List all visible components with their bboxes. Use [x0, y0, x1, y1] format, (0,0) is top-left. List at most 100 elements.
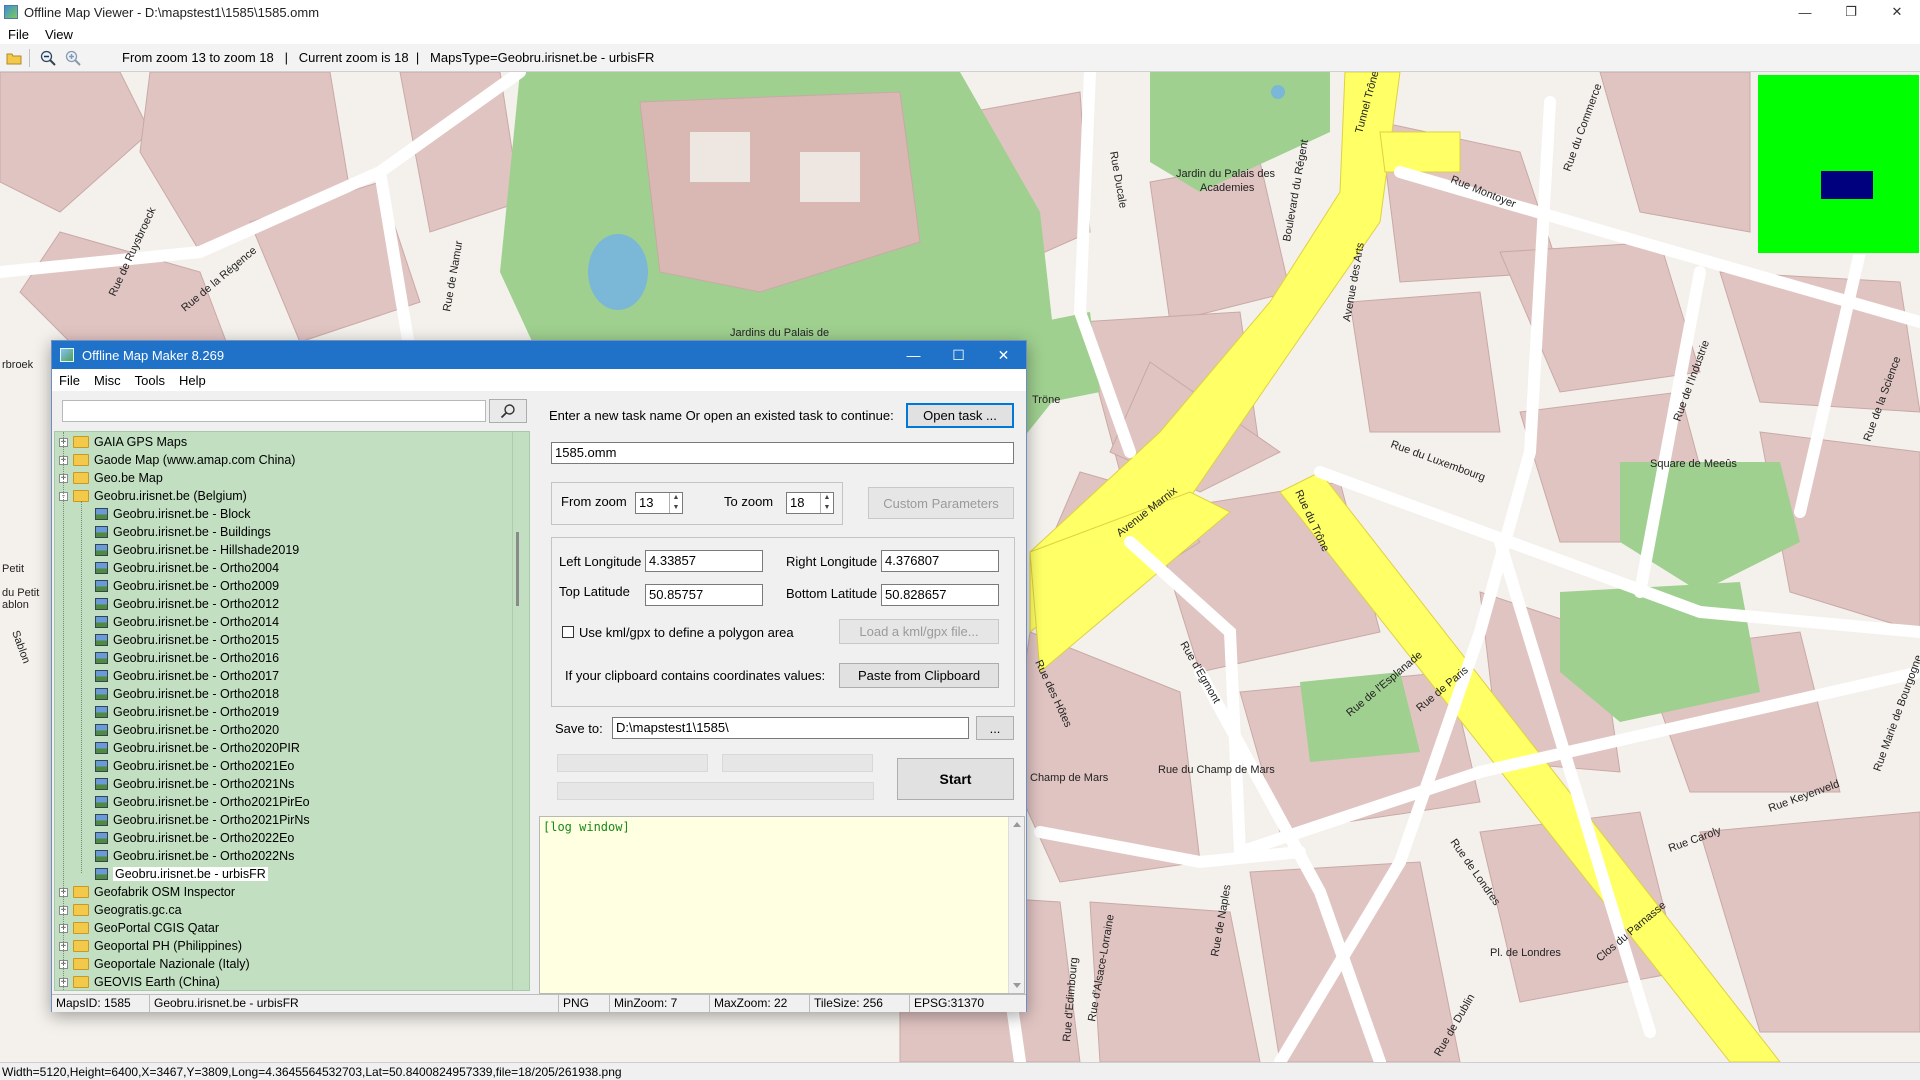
tree-folder-item[interactable]: + Geogratis.gc.ca: [59, 901, 182, 919]
tree-map-item[interactable]: Geobru.irisnet.be - Ortho2018: [95, 685, 279, 703]
tree-map-item[interactable]: Geobru.irisnet.be - Ortho2004: [95, 559, 279, 577]
progress-bar-1: [557, 754, 708, 772]
menu-file[interactable]: File: [0, 27, 37, 42]
tree-item-label: Geobru.irisnet.be - Ortho2021Ns: [113, 777, 295, 791]
paste-from-clipboard-button[interactable]: Paste from Clipboard: [839, 663, 999, 688]
from-zoom-stepper[interactable]: 13 ▲ ▼: [635, 492, 683, 514]
map-search-input[interactable]: [62, 400, 486, 422]
tree-map-item[interactable]: Geobru.irisnet.be - Ortho2017: [95, 667, 279, 685]
save-to-input[interactable]: D:\mapstest1\1585\: [612, 717, 969, 739]
spin-up-icon[interactable]: ▲: [670, 493, 682, 503]
minimize-button[interactable]: —: [1782, 0, 1828, 24]
task-name-input[interactable]: 1585.omm: [551, 442, 1014, 464]
bottom-latitude-input[interactable]: 50.828657: [881, 584, 999, 606]
browse-button[interactable]: ...: [976, 716, 1014, 740]
map-layer-icon: [95, 778, 108, 790]
to-zoom-stepper[interactable]: 18 ▲ ▼: [786, 492, 834, 514]
tree-folder-item[interactable]: + Geoportal PH (Philippines): [59, 937, 242, 955]
spin-down-icon[interactable]: ▼: [670, 503, 682, 513]
map-layer-icon: [95, 580, 108, 592]
log-scrollbar[interactable]: [1008, 817, 1024, 993]
use-kml-checkbox[interactable]: [562, 626, 574, 638]
folder-icon: [73, 958, 89, 970]
tree-map-item[interactable]: Geobru.irisnet.be - Ortho2020PIR: [95, 739, 300, 757]
tree-item-label: Geogratis.gc.ca: [94, 903, 182, 917]
map-label: ablon: [2, 599, 29, 611]
tree-map-item[interactable]: Geobru.irisnet.be - Ortho2009: [95, 577, 279, 595]
map-label: Jardins du Palais de: [730, 327, 829, 339]
menu-help[interactable]: Help: [172, 373, 213, 388]
map-layer-icon: [95, 634, 108, 646]
tree-folder-item[interactable]: + Geofabrik OSM Inspector: [59, 883, 235, 901]
clipboard-prompt-label: If your clipboard contains coordinates v…: [565, 668, 826, 683]
tree-map-item[interactable]: Geobru.irisnet.be - Ortho2021Ns: [95, 775, 294, 793]
top-latitude-input[interactable]: 50.85757: [645, 584, 763, 606]
map-layer-icon: [95, 688, 108, 700]
tree-map-item[interactable]: Geobru.irisnet.be - urbisFR: [95, 865, 268, 883]
tree-map-item[interactable]: Geobru.irisnet.be - Ortho2021Eo: [95, 757, 294, 775]
status-min-zoom: MinZoom: 7: [610, 995, 710, 1012]
tree-scrollbar[interactable]: [512, 432, 528, 990]
tree-folder-item[interactable]: + Geoportale Nazionale (Italy): [59, 955, 250, 973]
tree-folder-item[interactable]: - Geobru.irisnet.be (Belgium): [59, 487, 247, 505]
to-zoom-label: To zoom: [724, 494, 774, 509]
tree-map-item[interactable]: Geobru.irisnet.be - Ortho2021PirEo: [95, 793, 310, 811]
maximize-button[interactable]: ❐: [1828, 0, 1874, 24]
load-kml-button[interactable]: Load a kml/gpx file...: [839, 619, 999, 644]
menu-tools[interactable]: Tools: [128, 373, 172, 388]
tree-map-item[interactable]: Geobru.irisnet.be - Ortho2015: [95, 631, 279, 649]
zoom-in-icon[interactable]: [62, 47, 84, 69]
map-layer-icon: [95, 724, 108, 736]
dialog-maximize-button[interactable]: ☐: [936, 341, 981, 369]
tree-map-item[interactable]: Geobru.irisnet.be - Ortho2016: [95, 649, 279, 667]
map-label: du Petit: [2, 587, 39, 599]
tree-map-item[interactable]: Geobru.irisnet.be - Ortho2012: [95, 595, 279, 613]
overview-viewport-rect[interactable]: [1821, 171, 1873, 199]
map-type-tree[interactable]: + GAIA GPS Maps + Gaode Map (www.amap.com C…: [54, 431, 530, 991]
log-window[interactable]: [log window]: [539, 816, 1025, 994]
map-layer-icon: [95, 670, 108, 682]
tree-item-label: Geobru.irisnet.be - Ortho2015: [113, 633, 280, 647]
tree-item-label: Geobru.irisnet.be - Ortho2020: [113, 723, 280, 737]
open-task-button[interactable]: Open task ...: [906, 403, 1014, 428]
spin-up-icon[interactable]: ▲: [821, 493, 833, 503]
spin-down-icon[interactable]: ▼: [821, 503, 833, 513]
to-zoom-value: 18: [790, 495, 805, 510]
zoom-out-icon[interactable]: [37, 47, 59, 69]
tree-map-item[interactable]: Geobru.irisnet.be - Ortho2021PirNs: [95, 811, 310, 829]
tree-folder-item[interactable]: + Gaode Map (www.amap.com China): [59, 451, 295, 469]
right-longitude-input[interactable]: 4.376807: [881, 550, 999, 572]
tree-folder-item[interactable]: + GEOVIS Earth (China): [59, 973, 220, 990]
tree-scrollbar-thumb[interactable]: [516, 532, 519, 606]
left-longitude-input[interactable]: 4.33857: [645, 550, 763, 572]
menu-view[interactable]: View: [37, 27, 81, 42]
tree-map-item[interactable]: Geobru.irisnet.be - Block: [95, 505, 251, 523]
open-folder-icon[interactable]: [3, 47, 25, 69]
close-button[interactable]: ✕: [1874, 0, 1920, 24]
tree-folder-item[interactable]: + GeoPortal CGIS Qatar: [59, 919, 219, 937]
tree-map-item[interactable]: Geobru.irisnet.be - Ortho2019: [95, 703, 279, 721]
tree-item-label: Geobru.irisnet.be - Ortho2012: [113, 597, 280, 611]
tree-folder-item[interactable]: + GAIA GPS Maps: [59, 433, 187, 451]
tree-item-label: Gaode Map (www.amap.com China): [94, 453, 296, 467]
menu-misc[interactable]: Misc: [87, 373, 128, 388]
tree-item-label: GeoPortal CGIS Qatar: [94, 921, 220, 935]
tree-item-label: Geobru.irisnet.be - Ortho2021PirNs: [113, 813, 310, 827]
tree-folder-item[interactable]: + Geo.be Map: [59, 469, 163, 487]
tree-item-label: Geobru.irisnet.be - Buildings: [113, 525, 271, 539]
status-format: PNG: [559, 995, 610, 1012]
search-button[interactable]: [489, 399, 527, 423]
custom-parameters-button[interactable]: Custom Parameters: [868, 487, 1014, 519]
tree-map-item[interactable]: Geobru.irisnet.be - Hillshade2019: [95, 541, 299, 559]
tree-map-item[interactable]: Geobru.irisnet.be - Ortho2020: [95, 721, 279, 739]
dialog-minimize-button[interactable]: —: [891, 341, 936, 369]
menu-file[interactable]: File: [52, 373, 87, 388]
tree-map-item[interactable]: Geobru.irisnet.be - Ortho2022Eo: [95, 829, 294, 847]
tree-map-item[interactable]: Geobru.irisnet.be - Buildings: [95, 523, 271, 541]
start-button[interactable]: Start: [897, 758, 1014, 800]
tree-map-item[interactable]: Geobru.irisnet.be - Ortho2022Ns: [95, 847, 294, 865]
dialog-close-button[interactable]: ✕: [981, 341, 1026, 369]
dialog-app-icon: [60, 348, 74, 362]
overview-minimap[interactable]: [1757, 74, 1920, 254]
tree-map-item[interactable]: Geobru.irisnet.be - Ortho2014: [95, 613, 279, 631]
